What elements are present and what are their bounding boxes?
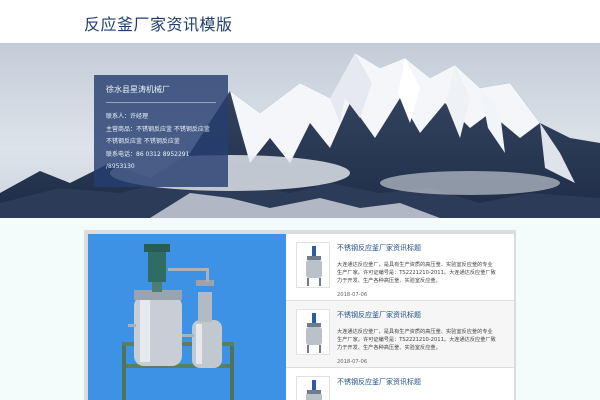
- news-item[interactable]: 不锈钢反应釜厂家资讯标题 大连通达反应釜厂，是具有生产资质的高压釜、实验室反应釜…: [286, 234, 514, 301]
- company-name: 徐水县星涛机械厂: [106, 81, 216, 103]
- main-products-line-1: 主营商品：不锈钢反应釜 不锈钢反应釜: [106, 125, 210, 133]
- reactor-thumbnail-image: [306, 380, 322, 400]
- company-info-card: 徐水县星涛机械厂 联系人：许经理 主营商品：不锈钢反应釜 不锈钢反应釜 不锈钢反…: [94, 75, 228, 187]
- news-title[interactable]: 不锈钢反应釜厂家资讯标题: [337, 243, 421, 253]
- news-panel: 不锈钢反应釜厂家资讯标题 大连通达反应釜厂，是具有生产资质的高压釜、实验室反应釜…: [84, 230, 516, 400]
- news-item[interactable]: 不锈钢反应釜厂家资讯标题: [286, 368, 514, 400]
- reactor-thumbnail: [296, 242, 330, 288]
- reactor-thumbnail: [296, 376, 330, 400]
- reactor-thumbnail-image: [306, 246, 322, 286]
- news-list: 不锈钢反应釜厂家资讯标题 大连通达反应釜厂，是具有生产资质的高压釜、实验室反应釜…: [286, 234, 514, 400]
- news-item[interactable]: 不锈钢反应釜厂家资讯标题 大连通达反应釜厂，是具有生产资质的高压釜、实验室反应釜…: [286, 301, 514, 368]
- news-date: 2018-07-06: [337, 292, 368, 298]
- news-desc: 大连通达反应釜厂，是具有生产资质的高压釜、实验室反应釜的专业生产厂家。许可证编号…: [337, 262, 496, 284]
- news-desc: 大连通达反应釜厂，是具有生产资质的高压釜、实验室反应釜的专业生产厂家。许可证编号…: [337, 329, 496, 351]
- reactor-thumbnail: [296, 309, 330, 355]
- contact-person: 联系人：许经理: [106, 113, 149, 120]
- featured-reactor-image[interactable]: [88, 234, 286, 400]
- news-title[interactable]: 不锈钢反应釜厂家资讯标题: [337, 377, 421, 387]
- site-title: 反应釜厂家资讯模版: [84, 15, 233, 34]
- site-header: 反应釜厂家资讯模版: [0, 0, 600, 43]
- phone-line-1: 联系电话：86 0312 8952291: [106, 150, 190, 158]
- news-title[interactable]: 不锈钢反应釜厂家资讯标题: [337, 310, 421, 320]
- reactor-vessel-image: [88, 234, 286, 400]
- main-products-line-2: 不锈钢反应釜 不锈钢反应釜: [106, 138, 180, 146]
- banner-mountain-image: 徐水县星涛机械厂 联系人：许经理 主营商品：不锈钢反应釜 不锈钢反应釜 不锈钢反…: [0, 43, 600, 218]
- mountain-illustration: [0, 43, 600, 218]
- news-date: 2018-07-06: [337, 359, 368, 365]
- phone-line-2: /8953130: [106, 163, 135, 171]
- reactor-thumbnail-image: [306, 313, 322, 353]
